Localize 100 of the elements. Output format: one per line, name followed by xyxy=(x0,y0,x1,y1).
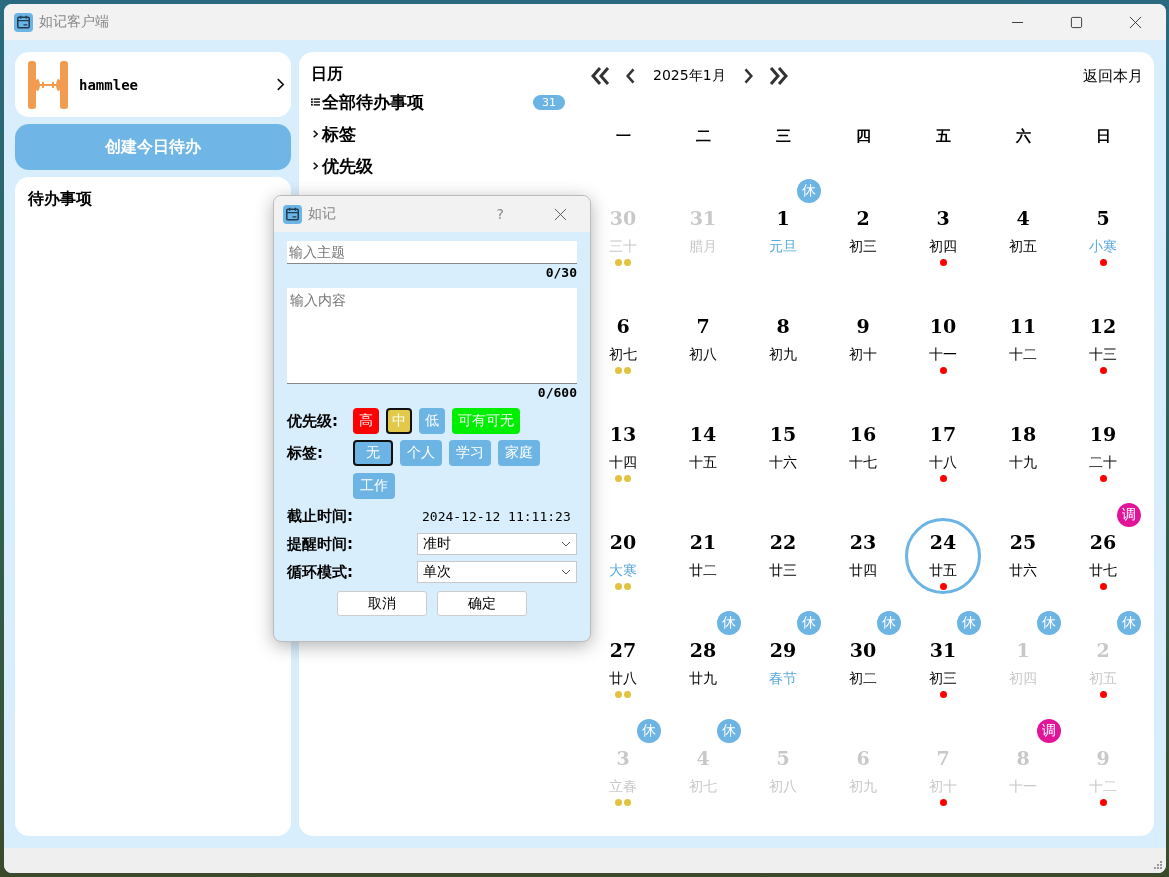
confirm-button[interactable]: 确定 xyxy=(437,591,527,616)
lunar-date: 十六 xyxy=(769,453,797,472)
lunar-date: 廿四 xyxy=(849,561,877,580)
day-number[interactable]: 20 xyxy=(609,530,637,554)
day-number[interactable]: 21 xyxy=(689,530,717,554)
lunar-date: 初四 xyxy=(929,237,957,256)
lunar-date: 初五 xyxy=(1009,237,1037,256)
lunar-date: 廿三 xyxy=(769,561,797,580)
day-number[interactable]: 1 xyxy=(776,206,790,230)
chevron-down-icon xyxy=(561,541,571,547)
day-badge: 休 xyxy=(637,719,661,743)
list-icon xyxy=(311,97,320,107)
day-number[interactable]: 2 xyxy=(856,206,870,230)
day-number[interactable]: 31 xyxy=(929,638,957,662)
day-number[interactable]: 23 xyxy=(849,530,877,554)
day-number[interactable]: 11 xyxy=(1009,314,1037,338)
day-badge: 休 xyxy=(1037,611,1061,635)
day-number[interactable]: 26 xyxy=(1089,530,1117,554)
lunar-date: 初二 xyxy=(849,669,877,688)
priority-chip[interactable]: 高 xyxy=(353,408,379,434)
lunar-date: 廿五 xyxy=(929,561,957,580)
maximize-icon[interactable] xyxy=(1070,15,1083,29)
deadline-value[interactable]: 2024-12-12 11:11:23 xyxy=(422,508,571,524)
back-to-month-link[interactable]: 返回本月 xyxy=(1083,66,1143,86)
weekday-label: 二 xyxy=(695,126,711,146)
weekday-label: 六 xyxy=(1015,126,1031,146)
day-badge: 休 xyxy=(717,611,741,635)
close-icon[interactable] xyxy=(1129,15,1142,29)
day-number[interactable]: 18 xyxy=(1009,422,1037,446)
chevron-down-icon xyxy=(561,569,571,575)
resize-grip-icon[interactable] xyxy=(1153,860,1163,870)
calendar-icon xyxy=(14,12,33,32)
day-number[interactable]: 14 xyxy=(689,422,717,446)
lunar-date: 十二 xyxy=(1009,345,1037,364)
day-number[interactable]: 15 xyxy=(769,422,797,446)
day-badge: 休 xyxy=(717,719,741,743)
day-badge: 调 xyxy=(1037,719,1061,743)
close-icon[interactable] xyxy=(554,207,567,221)
reminder-dropdown[interactable]: 准时 xyxy=(417,533,577,555)
priority-label: 优先级: xyxy=(287,411,339,432)
subject-field[interactable]: 输入主题 xyxy=(287,241,577,264)
lunar-date: 十四 xyxy=(609,453,637,472)
cancel-button[interactable]: 取消 xyxy=(337,591,427,616)
logo-icon xyxy=(25,59,71,110)
tree-item[interactable]: 优先级 xyxy=(311,150,581,182)
day-number[interactable]: 6 xyxy=(616,314,630,338)
content-field[interactable]: 输入内容 xyxy=(287,288,577,384)
window-title: 如记客户端 xyxy=(39,13,109,31)
day-number[interactable]: 8 xyxy=(776,314,790,338)
todo-panel-title: 待办事项 xyxy=(28,189,92,208)
lunar-date: 廿六 xyxy=(1009,561,1037,580)
day-number[interactable]: 3 xyxy=(936,206,950,230)
lunar-date: 大寒 xyxy=(609,561,637,580)
lunar-date: 十三 xyxy=(1089,345,1117,364)
chevron-right-icon xyxy=(276,77,285,92)
day-number[interactable]: 22 xyxy=(769,530,797,554)
lunar-date: 十一 xyxy=(929,345,957,364)
lunar-date: 小寒 xyxy=(1089,237,1117,256)
lunar-date: 初十 xyxy=(849,345,877,364)
repeat-label: 循环模式: xyxy=(287,562,354,583)
month-label: 2025年1月 xyxy=(653,67,726,85)
repeat-dropdown[interactable]: 单次 xyxy=(417,561,577,583)
count-badge: 31 xyxy=(533,94,565,110)
day-badge: 休 xyxy=(877,611,901,635)
day-number[interactable]: 7 xyxy=(696,314,710,338)
day-number[interactable]: 29 xyxy=(769,638,797,662)
day-number[interactable]: 19 xyxy=(1089,422,1117,446)
lunar-date: 十九 xyxy=(1009,453,1037,472)
lunar-date: 初九 xyxy=(769,345,797,364)
day-number[interactable]: 17 xyxy=(929,422,957,446)
day-badge: 休 xyxy=(957,611,981,635)
lunar-date: 初三 xyxy=(929,669,957,688)
char-counter: 0/600 xyxy=(537,384,577,402)
tree-title: 日历 xyxy=(311,64,344,85)
weekday-label: 一 xyxy=(615,126,631,146)
weekday-label: 日 xyxy=(1095,126,1111,146)
weekday-label: 三 xyxy=(775,126,791,146)
day-number[interactable]: 30 xyxy=(849,638,877,662)
lunar-date: 初七 xyxy=(609,345,637,364)
day-number[interactable]: 10 xyxy=(929,314,957,338)
day-number[interactable]: 24 xyxy=(929,530,957,554)
day-badge: 休 xyxy=(797,179,821,203)
tag-label: 标签: xyxy=(287,443,324,464)
weekday-label: 四 xyxy=(855,126,871,146)
day-number[interactable]: 25 xyxy=(1009,530,1037,554)
profile-card[interactable]: hammlee xyxy=(15,52,291,117)
day-number[interactable]: 16 xyxy=(849,422,877,446)
lunar-date: 初八 xyxy=(689,345,717,364)
lunar-date: 十八 xyxy=(929,453,957,472)
tree-item[interactable]: 全部待办事项 31 xyxy=(311,86,581,118)
day-number[interactable]: 28 xyxy=(689,638,717,662)
tree-item[interactable]: 标签 xyxy=(311,118,581,150)
deadline-label: 截止时间: xyxy=(287,506,354,527)
day-number[interactable]: 12 xyxy=(1089,314,1117,338)
day-number[interactable]: 4 xyxy=(1016,206,1030,230)
day-number[interactable]: 13 xyxy=(609,422,637,446)
day-number[interactable]: 27 xyxy=(609,638,637,662)
day-number[interactable]: 9 xyxy=(856,314,870,338)
day-number[interactable]: 5 xyxy=(1096,206,1110,230)
lunar-date: 初三 xyxy=(849,237,877,256)
